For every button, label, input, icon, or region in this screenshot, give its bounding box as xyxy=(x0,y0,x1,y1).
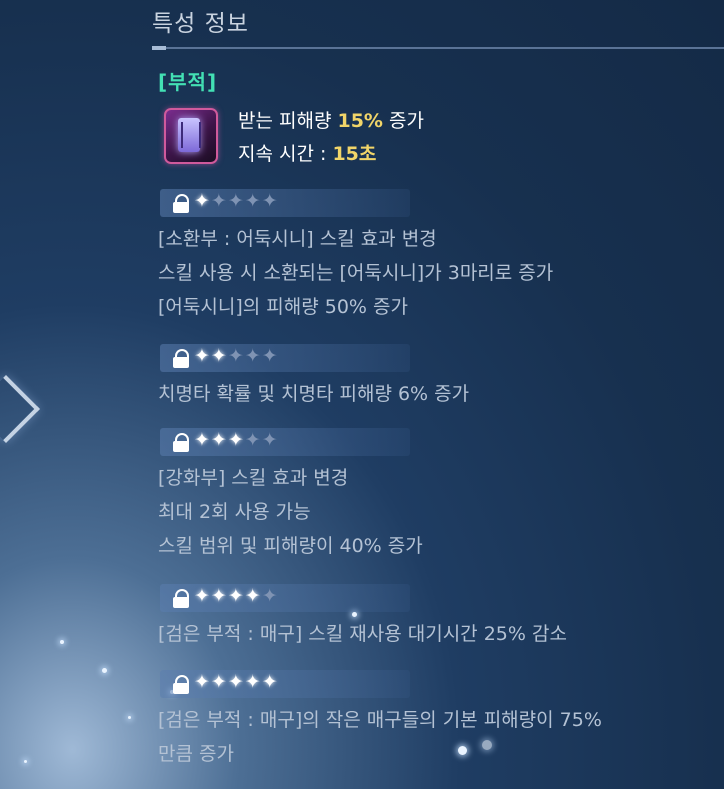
sparkle xyxy=(128,716,131,719)
star-rating: ✦✦✦✦✦ xyxy=(194,345,279,367)
tier-2-description: 치명타 확률 및 치명타 피해량 6% 증가 xyxy=(158,383,470,405)
tier-1-description: [소환부 : 어둑시니] 스킬 효과 변경 스킬 사용 시 소환되는 [어둑시니… xyxy=(158,228,554,318)
tier-2-header: ✦✦✦✦✦ xyxy=(160,344,410,372)
chevron-right-icon[interactable] xyxy=(0,375,40,443)
star-filled-icon: ✦ xyxy=(261,671,279,693)
sparkle xyxy=(102,668,107,673)
tier-5-description: [검은 부적 : 매구]의 작은 매구들의 기본 피해량이 75% 만큼 증가 xyxy=(158,709,602,765)
star-filled-icon: ✦ xyxy=(194,429,211,451)
star-filled-icon: ✦ xyxy=(194,671,211,693)
star-empty-icon: ✦ xyxy=(227,190,245,212)
star-filled-icon: ✦ xyxy=(194,345,211,367)
star-empty-icon: ✦ xyxy=(244,190,262,212)
panel-title: 특성 정보 xyxy=(152,11,249,37)
star-filled-icon: ✦ xyxy=(227,585,245,607)
star-filled-icon: ✦ xyxy=(210,585,228,607)
tier-3-header: ✦✦✦✦✦ xyxy=(160,428,410,456)
star-empty-icon: ✦ xyxy=(261,429,279,451)
sparkle xyxy=(60,640,64,644)
star-empty-icon: ✦ xyxy=(261,190,279,212)
star-empty-icon: ✦ xyxy=(244,345,262,367)
star-rating: ✦✦✦✦✦ xyxy=(194,585,279,607)
lock-icon xyxy=(172,589,190,608)
tier-4-header: ✦✦✦✦✦ xyxy=(160,584,410,612)
lock-icon xyxy=(172,194,190,213)
star-filled-icon: ✦ xyxy=(194,190,211,212)
star-empty-icon: ✦ xyxy=(210,190,228,212)
effect-duration: 지속 시간 : 15초 xyxy=(238,143,377,165)
effect-duration-value: 15초 xyxy=(332,143,377,165)
star-filled-icon: ✦ xyxy=(227,671,245,693)
star-rating: ✦✦✦✦✦ xyxy=(194,190,279,212)
star-rating: ✦✦✦✦✦ xyxy=(194,429,279,451)
title-divider xyxy=(152,47,724,49)
trait-info-panel: 특성 정보 [부적] 받는 피해량 15% 증가 지속 시간 : 15초 ✦✦✦… xyxy=(152,0,724,789)
category-label: [부적] xyxy=(158,70,218,94)
star-filled-icon: ✦ xyxy=(210,429,228,451)
star-filled-icon: ✦ xyxy=(210,345,228,367)
star-filled-icon: ✦ xyxy=(210,671,228,693)
talisman-icon xyxy=(164,108,218,164)
tier-5-header: ✦✦✦✦✦ xyxy=(160,670,410,698)
tier-1-header: ✦✦✦✦✦ xyxy=(160,189,410,217)
star-filled-icon: ✦ xyxy=(244,585,262,607)
tier-3-description: [강화부] 스킬 효과 변경 최대 2회 사용 가능 스킬 범위 및 피해량이 … xyxy=(158,467,423,557)
sparkle xyxy=(24,760,27,763)
star-empty-icon: ✦ xyxy=(227,345,245,367)
star-empty-icon: ✦ xyxy=(261,585,279,607)
tier-4-description: [검은 부적 : 매구] 스킬 재사용 대기시간 25% 감소 xyxy=(158,623,567,645)
lock-icon xyxy=(172,349,190,368)
lock-icon xyxy=(172,675,190,694)
star-filled-icon: ✦ xyxy=(194,585,211,607)
star-empty-icon: ✦ xyxy=(261,345,279,367)
effect-damage-value: 15% xyxy=(337,110,383,132)
star-filled-icon: ✦ xyxy=(244,671,262,693)
star-empty-icon: ✦ xyxy=(244,429,262,451)
effect-damage-taken: 받는 피해량 15% 증가 xyxy=(238,110,424,132)
star-rating: ✦✦✦✦✦ xyxy=(194,671,279,693)
lock-icon xyxy=(172,433,190,452)
star-filled-icon: ✦ xyxy=(227,429,245,451)
title-divider-accent xyxy=(152,46,166,50)
